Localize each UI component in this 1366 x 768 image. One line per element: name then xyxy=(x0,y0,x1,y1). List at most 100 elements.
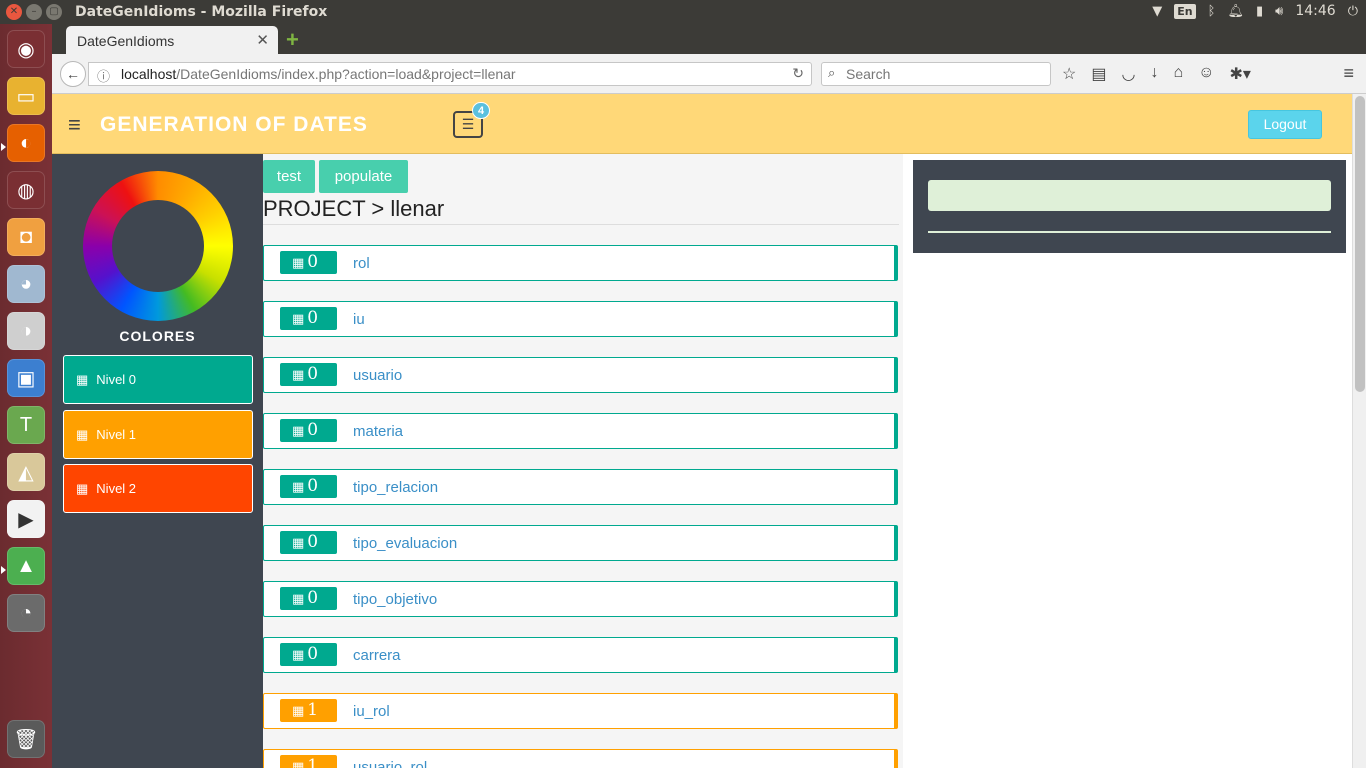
app-header: ≡ GENERATION OF DATES ☰ 4 Logout xyxy=(52,94,1352,154)
table-icon: ▦ xyxy=(292,256,305,271)
search-placeholder: Search xyxy=(846,66,891,82)
url-bar[interactable]: ⓘ localhost/DateGenIdioms/index.php?acti… xyxy=(88,62,812,86)
new-tab-icon[interactable]: + xyxy=(286,27,299,53)
browser-menu-icon[interactable]: ≡ xyxy=(1343,63,1354,84)
url-path: /DateGenIdioms/index.php?action=load&pro… xyxy=(176,66,516,82)
panel-divider xyxy=(928,231,1331,233)
entity-row[interactable]: ▦ 0 iu xyxy=(263,301,898,337)
entity-name-link[interactable]: tipo_evaluacion xyxy=(353,535,457,552)
grid-icon: ▦ xyxy=(76,372,89,387)
volume-icon[interactable]: 🔊︎ xyxy=(1275,4,1283,19)
search-input[interactable]: ⌕ Search xyxy=(821,62,1051,86)
level-label: Nivel 1 xyxy=(96,427,137,442)
color-wheel xyxy=(83,171,233,321)
bluetooth-icon[interactable]: ᛒ xyxy=(1208,4,1216,19)
entity-row[interactable]: ▦ 0 rol xyxy=(263,245,898,281)
entity-row[interactable]: ▦ 0 tipo_objetivo xyxy=(263,581,898,617)
window-minimize-button[interactable]: – xyxy=(26,4,42,20)
entity-row[interactable]: ▦ 0 carrera xyxy=(263,637,898,673)
extension-icon[interactable]: ✱▾ xyxy=(1229,64,1250,84)
os-top-bar: ✕ – ▢ DateGenIdioms - Mozilla Firefox ▼ … xyxy=(0,0,1366,24)
entity-name-link[interactable]: tipo_objetivo xyxy=(353,591,437,608)
scrollbar-thumb[interactable] xyxy=(1355,96,1365,392)
reading-list-icon[interactable]: ▤ xyxy=(1091,64,1106,84)
downloads-icon[interactable]: ↓ xyxy=(1150,64,1158,84)
tex-editor-icon[interactable]: T xyxy=(7,406,45,444)
tab-close-icon[interactable]: ✕ xyxy=(256,31,269,49)
populate-button[interactable]: populate xyxy=(319,160,408,193)
level-0-button[interactable]: ▦ Nivel 0 xyxy=(63,355,253,404)
entity-name-link[interactable]: tipo_relacion xyxy=(353,479,438,496)
keyboard-layout-indicator[interactable]: En xyxy=(1174,3,1196,19)
logout-button[interactable]: Logout xyxy=(1248,110,1322,139)
entity-level-value: 0 xyxy=(307,252,319,272)
table-icon: ▦ xyxy=(292,424,305,439)
software-center-icon[interactable]: ◘ xyxy=(7,218,45,256)
table-icon: ▦ xyxy=(292,704,305,719)
entity-level-badge: ▦ 1 xyxy=(280,755,337,768)
archive-icon[interactable]: ▣ xyxy=(7,359,45,397)
tab-dategenidioms[interactable]: DateGenIdioms ✕ xyxy=(66,26,278,54)
table-icon: ▦ xyxy=(292,592,305,607)
entity-name-link[interactable]: iu xyxy=(353,311,365,328)
entity-level-badge: ▦ 0 xyxy=(280,363,337,386)
level-1-button[interactable]: ▦ Nivel 1 xyxy=(63,410,253,459)
entity-level-badge: ▦ 1 xyxy=(280,699,337,722)
test-button[interactable]: test xyxy=(263,160,315,193)
entity-name-link[interactable]: materia xyxy=(353,423,403,440)
home-icon[interactable]: ⌂ xyxy=(1173,64,1183,84)
entity-row[interactable]: ▦ 0 tipo_relacion xyxy=(263,469,898,505)
firefox-icon[interactable]: ◐ xyxy=(7,124,45,162)
window-close-button[interactable]: ✕ xyxy=(6,4,22,20)
chat-icon[interactable]: ☺ xyxy=(1198,64,1214,84)
level-2-button[interactable]: ▦ Nivel 2 xyxy=(63,464,253,513)
site-info-icon[interactable]: ⓘ xyxy=(97,66,110,85)
page-viewport: ≡ GENERATION OF DATES ☰ 4 Logout COLORES… xyxy=(52,94,1366,768)
main-content: test populate PROJECT > llenar ▦ 0 rol ▦ 0 iu… xyxy=(263,154,903,768)
table-icon: ▦ xyxy=(292,312,305,327)
trash-icon[interactable]: 🗑︎ xyxy=(7,720,45,758)
entity-name-link[interactable]: usuario xyxy=(353,367,402,384)
files-icon[interactable]: ▭ xyxy=(7,77,45,115)
screenshot-tool-icon[interactable]: ◔ xyxy=(7,594,45,632)
clock[interactable]: 14:46 xyxy=(1295,3,1335,19)
entity-row[interactable]: ▦ 1 iu_rol xyxy=(263,693,898,729)
wifi-icon[interactable]: ▼ xyxy=(1152,4,1162,19)
entity-row[interactable]: ▦ 1 usuario_rol xyxy=(263,749,898,768)
entity-name-link[interactable]: iu_rol xyxy=(353,703,390,720)
entity-name-link[interactable]: usuario_rol xyxy=(353,759,427,768)
brand-title: GENERATION OF DATES xyxy=(100,113,368,136)
entity-name-link[interactable]: rol xyxy=(353,255,370,272)
notification-bell-icon[interactable]: 🔔︎ xyxy=(1227,4,1244,19)
entity-row[interactable]: ▦ 0 materia xyxy=(263,413,898,449)
entity-level-badge: ▦ 0 xyxy=(280,307,337,330)
media-player-icon[interactable]: ▶ xyxy=(7,500,45,538)
entity-row[interactable]: ▦ 0 tipo_evaluacion xyxy=(263,525,898,561)
entity-name-link[interactable]: carrera xyxy=(353,647,401,664)
window-maximize-button[interactable]: ▢ xyxy=(46,4,62,20)
entity-level-badge: ▦ 0 xyxy=(280,251,337,274)
bookmark-star-icon[interactable]: ☆ xyxy=(1062,64,1076,84)
pgadmin-icon[interactable]: ◕ xyxy=(7,265,45,303)
entity-level-value: 0 xyxy=(307,532,319,552)
entity-level-value: 0 xyxy=(307,588,319,608)
page-scrollbar[interactable] xyxy=(1352,94,1366,768)
app-launcher-icon[interactable]: ◭ xyxy=(7,453,45,491)
power-icon[interactable]: ⏻ xyxy=(1348,4,1358,19)
navigation-toolbar: ← ⓘ localhost/DateGenIdioms/index.php?ac… xyxy=(52,54,1366,94)
image-viewer-icon[interactable]: ▲ xyxy=(7,547,45,585)
entity-level-badge: ▦ 0 xyxy=(280,587,337,610)
pocket-icon[interactable]: ◡ xyxy=(1121,64,1135,84)
battery-icon[interactable]: ▮ xyxy=(1256,4,1263,19)
hamburger-menu-icon[interactable]: ≡ xyxy=(68,114,81,136)
chrome-icon[interactable]: ◍ xyxy=(7,171,45,209)
search-icon: ⌕ xyxy=(828,65,836,80)
window-title: DateGenIdioms - Mozilla Firefox xyxy=(75,4,328,20)
table-icon: ▦ xyxy=(292,368,305,383)
left-sidebar: COLORES ▦ Nivel 0 ▦ Nivel 1 ▦ Nivel 2 xyxy=(52,154,263,768)
reload-icon[interactable]: ↻ xyxy=(792,65,804,82)
settings-toggle-icon[interactable]: ◑ xyxy=(7,312,45,350)
back-arrow-icon[interactable]: ← xyxy=(60,61,86,87)
ubuntu-dash-icon[interactable]: ◉ xyxy=(7,30,45,68)
entity-row[interactable]: ▦ 0 usuario xyxy=(263,357,898,393)
